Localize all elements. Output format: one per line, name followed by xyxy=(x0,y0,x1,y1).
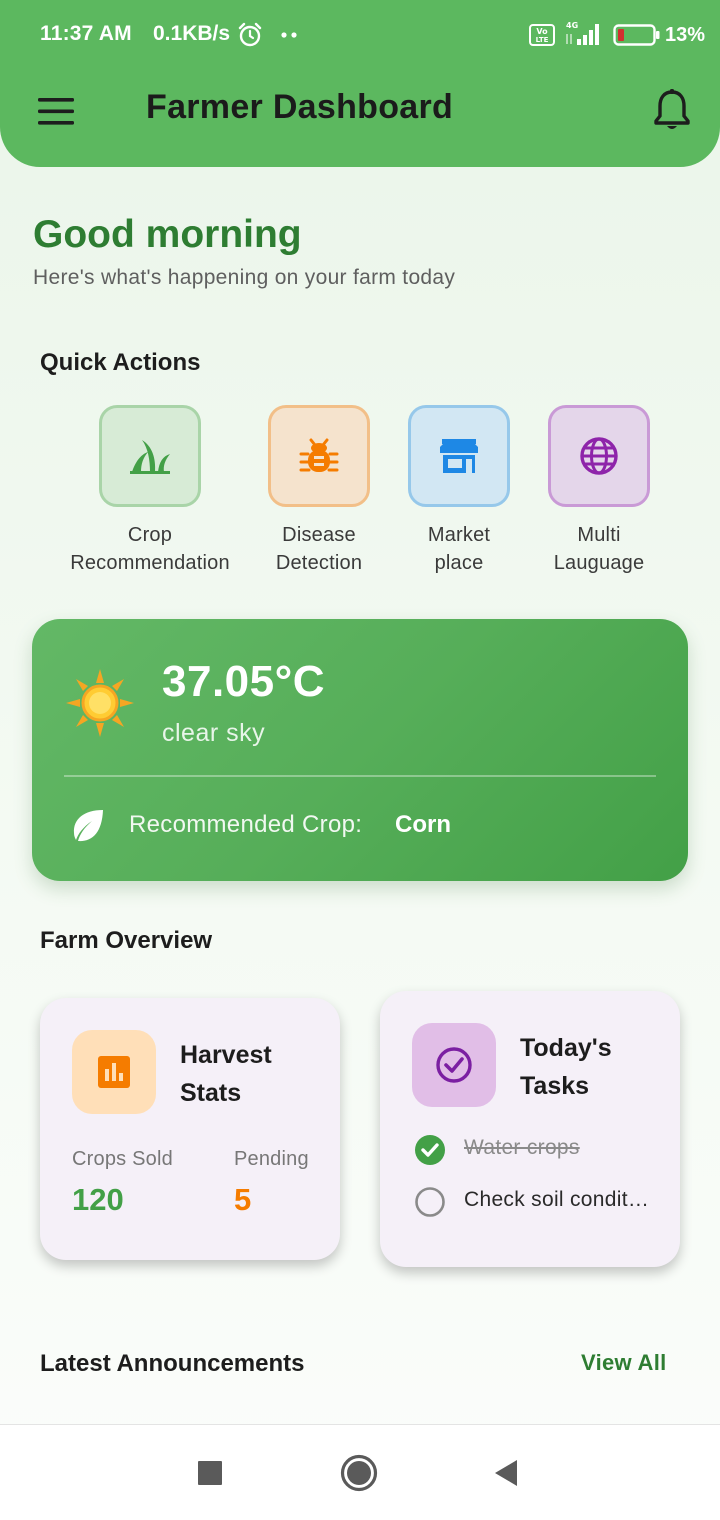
quick-action-multi-language[interactable]: Multi Lauguage xyxy=(509,405,689,585)
app-header: 11:37 AM 0.1KB/s Vo LTE 4G 13% Farmer Da… xyxy=(0,0,720,167)
multi-language-tile[interactable] xyxy=(548,405,650,507)
harvest-stats-card[interactable]: Harvest Stats Crops Sold 120 Pending 5 xyxy=(40,998,340,1260)
unchecked-circle-icon[interactable] xyxy=(414,1186,446,1218)
farm-overview-title: Farm Overview xyxy=(40,927,213,954)
recommended-crop-label: Recommended Crop: xyxy=(129,811,363,838)
greeting-title: Good morning xyxy=(33,213,302,256)
task-text: Water crops xyxy=(464,1136,580,1159)
greeting-subtitle: Here's what's happening on your farm tod… xyxy=(33,266,456,289)
marketplace-tile[interactable] xyxy=(408,405,510,507)
status-time: 11:37 AM xyxy=(40,22,132,45)
temperature: 37.05°C xyxy=(162,657,325,706)
page-title: Farmer Dashboard xyxy=(146,88,454,126)
divider xyxy=(64,775,656,777)
sun-icon xyxy=(66,669,134,737)
store-icon xyxy=(440,439,478,473)
bar-chart-icon xyxy=(98,1056,130,1088)
announcements-title: Latest Announcements xyxy=(40,1350,305,1377)
pending-label: Pending xyxy=(234,1148,309,1170)
network-speed: 0.1KB/s xyxy=(153,22,231,45)
view-all-link[interactable]: View All xyxy=(581,1350,667,1376)
bell-icon[interactable] xyxy=(652,88,692,132)
system-nav-bar xyxy=(0,1424,720,1520)
leaf-icon xyxy=(73,810,103,842)
battery-percent: 13% xyxy=(665,24,706,46)
recommended-crop-value: Corn xyxy=(395,811,451,838)
hamburger-menu-icon[interactable] xyxy=(36,95,76,127)
globe-icon xyxy=(580,437,618,475)
todays-tasks-title: Today's Tasks xyxy=(520,1034,612,1100)
status-bar: 11:37 AM 0.1KB/s Vo LTE 4G 13% xyxy=(0,0,720,70)
crop-recommendation-tile[interactable] xyxy=(99,405,201,507)
back-triangle-icon[interactable] xyxy=(493,1459,519,1487)
svg-text:Vo: Vo xyxy=(536,27,548,36)
harvest-stats-title: Harvest Stats xyxy=(180,1041,272,1107)
bug-icon xyxy=(299,438,339,472)
weather-card[interactable]: 37.05°C clear sky Recommended Crop: Corn xyxy=(32,619,688,881)
signal-4g-icon: 4G xyxy=(566,21,599,45)
task-item-check-soil[interactable]: Check soil conditions xyxy=(414,1184,664,1218)
check-circle-icon xyxy=(436,1047,472,1083)
tasks-icon-box xyxy=(412,1023,496,1107)
crops-sold-label: Crops Sold xyxy=(72,1148,173,1170)
volte-icon: Vo LTE xyxy=(529,24,555,46)
crop-recommendation-label: Crop Recommendation xyxy=(70,524,230,574)
home-circle-icon[interactable] xyxy=(340,1454,378,1492)
alarm-icon xyxy=(238,22,262,47)
todays-tasks-card[interactable]: Today's Tasks Water crops Check soil con… xyxy=(380,991,680,1267)
multi-language-label: Multi Lauguage xyxy=(553,524,645,574)
svg-text:LTE: LTE xyxy=(536,36,549,44)
pending-value: 5 xyxy=(234,1182,252,1217)
notification-dots-icon xyxy=(281,32,297,38)
crops-sold-value: 120 xyxy=(72,1182,124,1217)
battery-icon xyxy=(613,24,660,46)
weather-condition: clear sky xyxy=(162,719,266,747)
recents-square-icon[interactable] xyxy=(198,1461,222,1485)
checked-circle-icon[interactable] xyxy=(414,1134,446,1166)
task-text: Check soil conditions xyxy=(464,1188,650,1211)
harvest-icon-box xyxy=(72,1030,156,1114)
grass-icon xyxy=(130,440,170,474)
svg-text:4G: 4G xyxy=(566,21,578,30)
quick-actions-title: Quick Actions xyxy=(40,349,201,376)
task-item-water-crops[interactable]: Water crops xyxy=(414,1132,664,1166)
disease-detection-tile[interactable] xyxy=(268,405,370,507)
quick-action-crop-recommendation[interactable]: Crop Recommendation xyxy=(60,405,240,585)
